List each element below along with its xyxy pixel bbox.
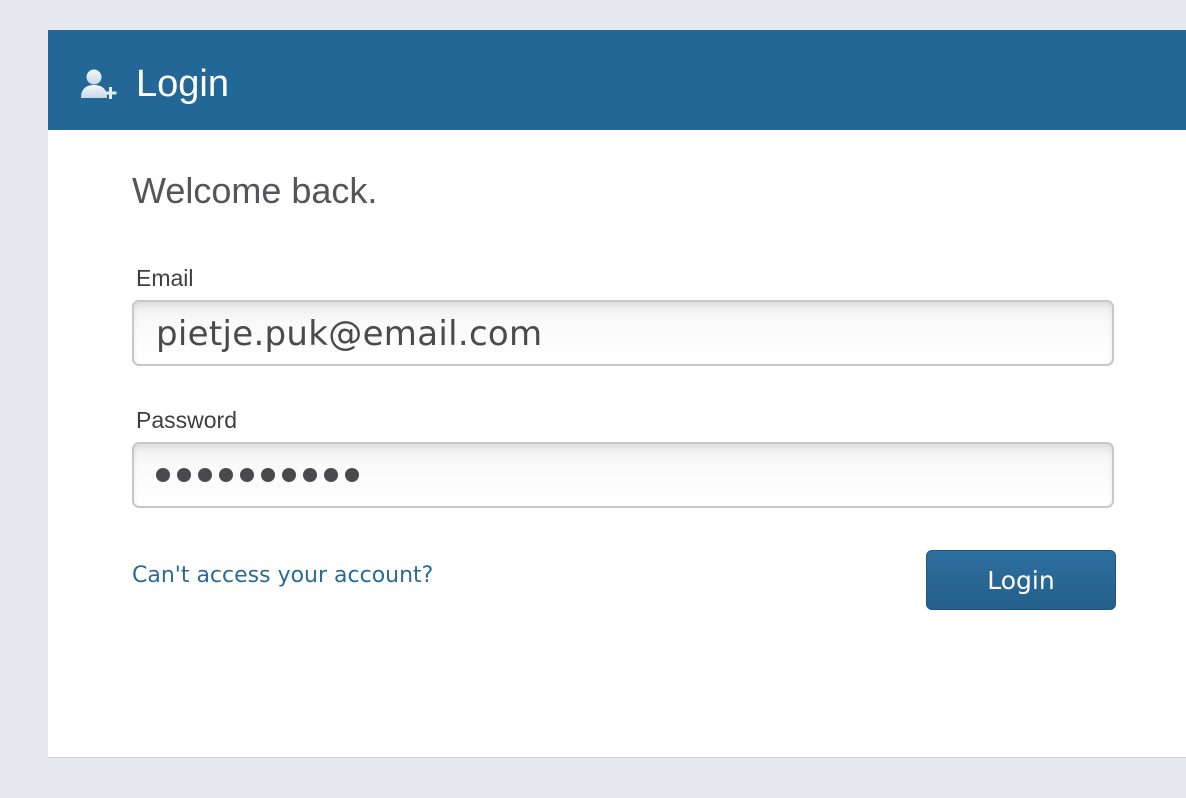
password-dot <box>240 468 254 482</box>
password-field[interactable] <box>132 442 1114 508</box>
password-dot <box>303 468 317 482</box>
cant-access-account-link[interactable]: Can't access your account? <box>132 562 433 590</box>
login-panel: Login Welcome back. Email pietje.puk@ema… <box>48 30 1186 758</box>
password-dot <box>177 468 191 482</box>
email-value: pietje.puk@email.com <box>156 314 543 354</box>
page-title: Login <box>136 63 229 105</box>
login-button[interactable]: Login <box>926 550 1116 610</box>
password-dot <box>156 468 170 482</box>
email-label: Email <box>136 265 194 291</box>
password-dot <box>219 468 233 482</box>
login-header: Login <box>48 30 1186 130</box>
email-field[interactable]: pietje.puk@email.com <box>132 300 1114 366</box>
password-label: Password <box>136 407 237 433</box>
password-dot <box>198 468 212 482</box>
add-user-icon <box>80 68 120 102</box>
password-dot <box>261 468 275 482</box>
password-dot <box>345 468 359 482</box>
password-dot <box>282 468 296 482</box>
welcome-heading: Welcome back. <box>132 170 378 211</box>
password-dot <box>324 468 338 482</box>
password-masked-value <box>156 468 359 482</box>
